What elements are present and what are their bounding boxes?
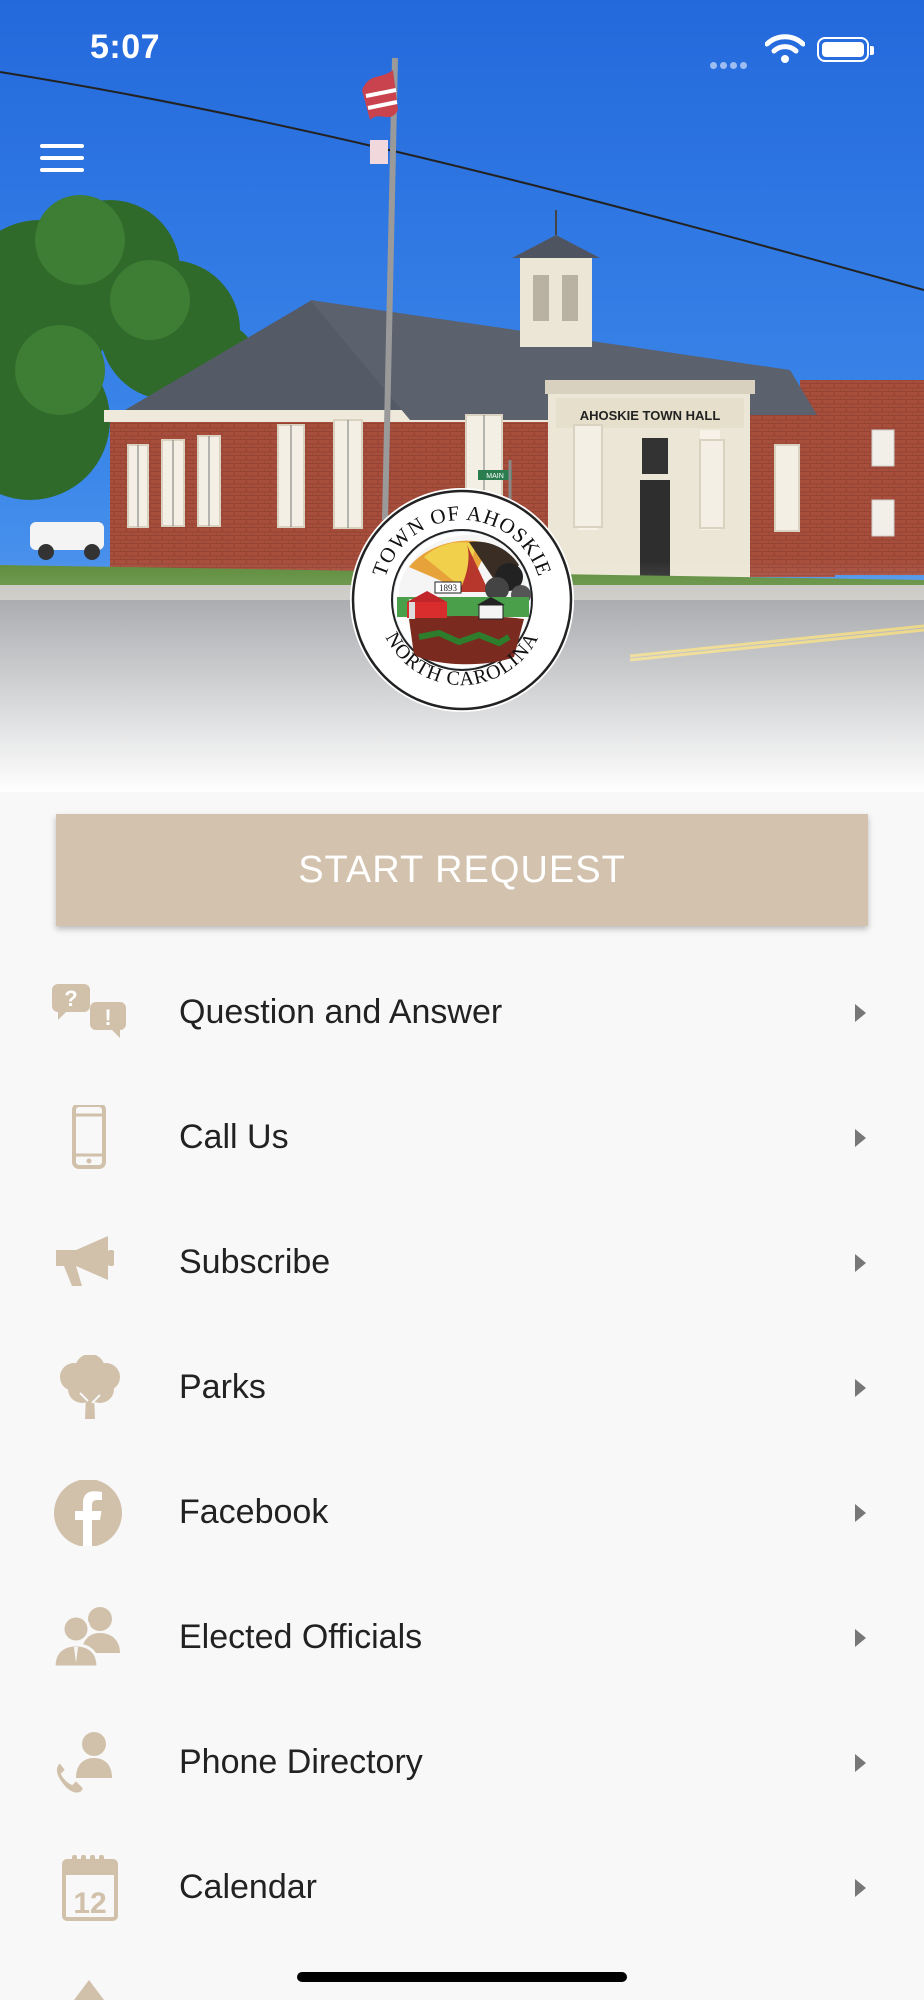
home-indicator <box>297 1972 627 1982</box>
chevron-right-icon <box>855 1629 866 1647</box>
hamburger-menu-button[interactable] <box>40 144 84 178</box>
calendar-icon: 12 <box>62 1855 118 1921</box>
tree-icon <box>60 1355 120 1419</box>
chevron-right-icon <box>855 1379 866 1397</box>
menu-item-subscribe[interactable]: Subscribe <box>0 1200 924 1325</box>
wifi-icon <box>765 34 805 63</box>
chevron-right-icon <box>855 1754 866 1772</box>
megaphone-icon <box>56 1236 114 1286</box>
town-seal-logo: 1893 TOWN OF AHOSKIE NORTH CAROLINA <box>350 488 574 712</box>
seal-year: 1893 <box>439 583 458 593</box>
street-sign: MAIN <box>486 473 504 480</box>
building-sign: AHOSKIE TOWN HALL <box>580 408 721 423</box>
menu-item-facebook[interactable]: Facebook <box>0 1450 924 1575</box>
menu-list: ? ! Question and Answer Call Us Subscrib… <box>0 950 924 1950</box>
chevron-right-icon <box>855 1504 866 1522</box>
svg-text:?: ? <box>64 986 77 1011</box>
menu-item-label: Phone Directory <box>179 1743 423 1781</box>
phone-icon <box>72 1105 106 1169</box>
menu-item-label: Facebook <box>179 1493 329 1531</box>
menu-item-parks[interactable]: Parks <box>0 1325 924 1450</box>
menu-item-label: Call Us <box>179 1118 289 1156</box>
chevron-right-icon <box>855 1129 866 1147</box>
phone-directory-icon <box>54 1732 112 1795</box>
start-request-button[interactable]: START REQUEST <box>56 814 868 926</box>
menu-item-label: Elected Officials <box>179 1618 423 1656</box>
menu-item-label: Parks <box>179 1368 266 1406</box>
chevron-right-icon <box>855 1254 866 1272</box>
menu-item-label: Calendar <box>179 1868 317 1906</box>
menu-item-question-and-answer[interactable]: ? ! Question and Answer <box>0 950 924 1075</box>
menu-item-calendar[interactable]: 12 Calendar <box>0 1825 924 1950</box>
cellular-signal-icon <box>710 56 750 74</box>
status-time: 5:07 <box>90 28 161 66</box>
question-bubbles-icon: ? ! <box>52 984 126 1038</box>
calendar-day: 12 <box>73 1887 106 1920</box>
menu-item-label: Question and Answer <box>179 993 503 1031</box>
partial-next-item-icon <box>74 1980 104 2000</box>
facebook-icon <box>54 1480 122 1546</box>
battery-icon <box>817 37 874 62</box>
menu-item-elected-officials[interactable]: Elected Officials <box>0 1575 924 1700</box>
menu-item-label: Subscribe <box>179 1243 331 1281</box>
status-bar: 5:07 <box>0 0 924 100</box>
chevron-right-icon <box>855 1004 866 1022</box>
svg-text:!: ! <box>104 1005 111 1030</box>
chevron-right-icon <box>855 1879 866 1897</box>
menu-item-phone-directory[interactable]: Phone Directory <box>0 1700 924 1825</box>
menu-item-call-us[interactable]: Call Us <box>0 1075 924 1200</box>
officials-icon <box>52 1607 120 1669</box>
